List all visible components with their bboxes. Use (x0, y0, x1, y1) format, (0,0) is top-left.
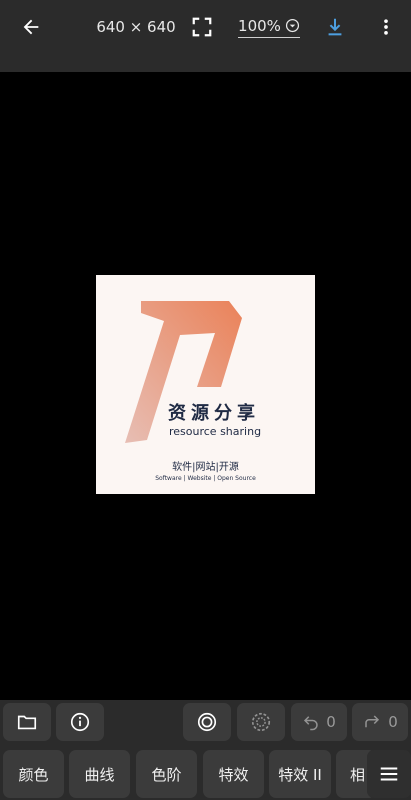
more-vert-icon (384, 19, 388, 35)
tab-curves[interactable]: 曲线 (69, 750, 130, 798)
brand-chinese-name: 资源分享 (168, 403, 260, 424)
brand-subline: Software | Website | Open Source (155, 475, 256, 482)
zoom-dropdown[interactable]: 100% (236, 0, 302, 54)
zoom-level: 100% (238, 16, 281, 35)
tab-effects-ii[interactable]: 特效 II (269, 750, 331, 798)
tab-color[interactable]: 颜色 (3, 750, 64, 798)
top-app-bar: 640 × 640 100% (0, 0, 411, 72)
editor-toolbar: 0 0 颜色 曲线 色阶 特效 特效 II 相 (0, 700, 411, 800)
history-button[interactable] (237, 703, 285, 741)
download-icon (328, 18, 342, 36)
download-button[interactable] (318, 0, 352, 54)
image-canvas[interactable]: 资源分享 resource sharing 软件|网站|开源 Software … (0, 72, 411, 700)
fullscreen-button[interactable] (186, 0, 218, 54)
compare-button[interactable] (183, 703, 231, 741)
brand-english-name: resource sharing (169, 425, 262, 438)
chevron-down-circle-icon (285, 18, 299, 33)
fullscreen-icon (192, 17, 212, 37)
back-button[interactable] (14, 0, 48, 54)
undo-button[interactable]: 0 (291, 703, 347, 741)
menu-button[interactable] (367, 750, 411, 798)
redo-count: 0 (388, 713, 398, 731)
menu-icon (380, 767, 398, 781)
dashed-circle-icon (251, 712, 271, 732)
info-icon (70, 712, 90, 732)
back-arrow-icon (23, 19, 39, 35)
more-options-button[interactable] (372, 0, 400, 54)
tab-levels[interactable]: 色阶 (136, 750, 197, 798)
undo-count: 0 (326, 713, 336, 731)
edited-image: 资源分享 resource sharing 软件|网站|开源 Software … (96, 275, 315, 494)
redo-icon (365, 715, 380, 728)
info-button[interactable] (56, 703, 104, 741)
brand-tagline: 软件|网站|开源 (172, 462, 239, 473)
image-dimensions: 640 × 640 (96, 18, 176, 36)
undo-icon (304, 716, 318, 731)
target-icon (197, 712, 217, 732)
folder-icon (17, 715, 37, 730)
open-file-button[interactable] (3, 703, 51, 741)
redo-button[interactable]: 0 (352, 703, 408, 741)
tab-effects[interactable]: 特效 (203, 750, 264, 798)
